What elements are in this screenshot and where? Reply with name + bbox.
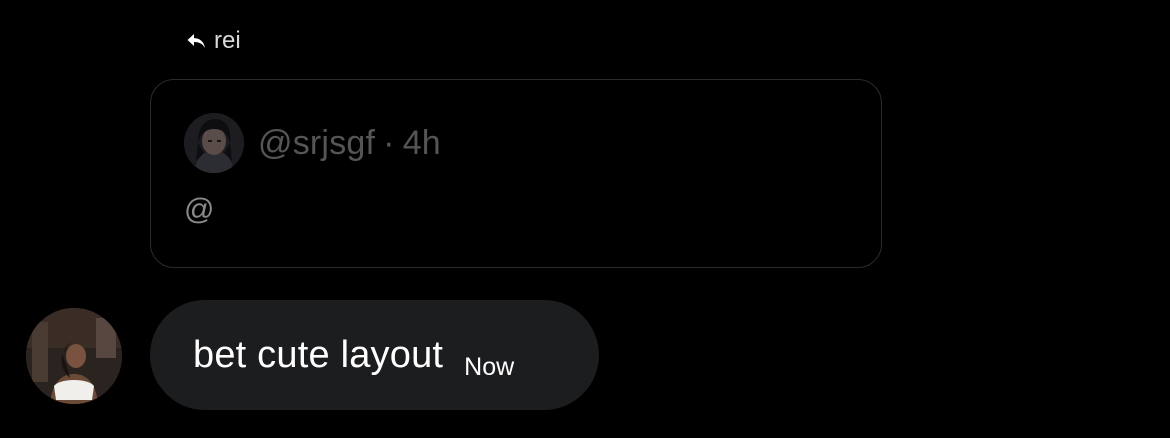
quoted-message-age: 4h [402, 123, 441, 162]
message-bubble[interactable]: bet cute layout Now [150, 300, 599, 410]
reply-arrow-icon [186, 31, 206, 51]
quoted-message-header: @srjsgf · 4h [184, 113, 441, 173]
sender-avatar[interactable] [26, 308, 122, 404]
meta-separator: · [383, 123, 395, 162]
reply-to-name: rei [214, 27, 241, 54]
quoted-message-meta: @srjsgf · 4h [258, 124, 441, 163]
message-text: bet cute layout [193, 333, 444, 376]
message-timestamp: Now [464, 352, 515, 381]
quoted-message-text: @ [184, 193, 215, 226]
quoted-message-card[interactable]: @srjsgf · 4h @ [150, 79, 882, 268]
user-photo-avatar [26, 308, 122, 404]
anime-character-avatar [184, 113, 244, 173]
quoted-user-handle[interactable]: @srjsgf [258, 124, 375, 163]
reply-indicator: rei [186, 24, 241, 58]
quoted-user-avatar[interactable] [184, 113, 244, 173]
